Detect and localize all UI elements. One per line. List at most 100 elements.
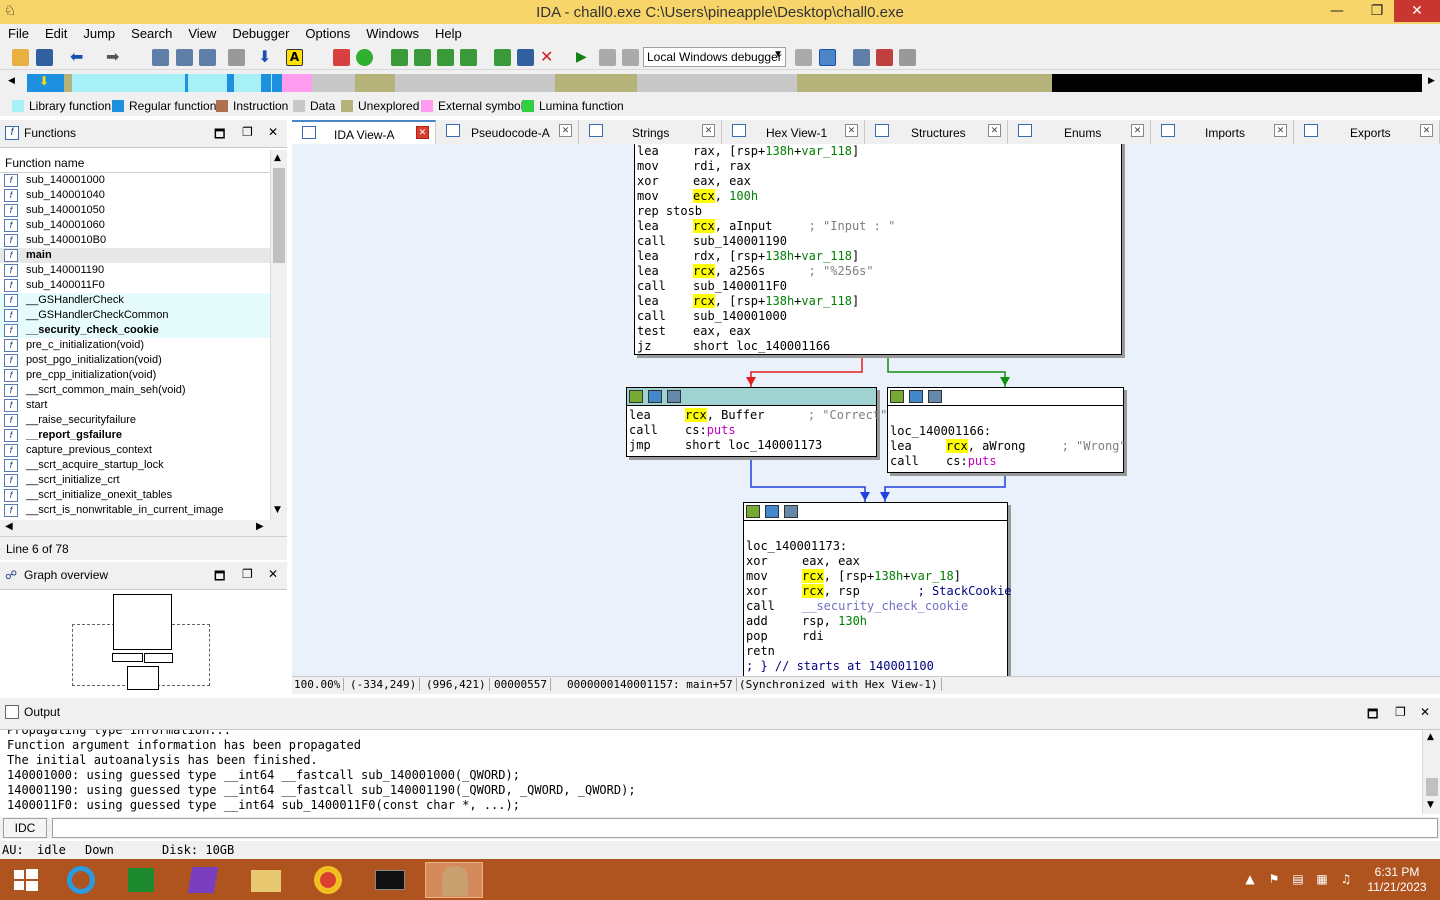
function-row[interactable]: f __scrt_initialize_onexit_tables: [0, 488, 270, 503]
float-icon[interactable]: ❐: [242, 567, 253, 581]
close-tab-icon[interactable]: ✕: [559, 124, 572, 137]
tab-imports[interactable]: Imports ✕: [1151, 120, 1294, 144]
graph-view[interactable]: lea rax, [rsp+138h+var_118] mov rdi, rax xor…: [292, 144, 1440, 676]
function-row[interactable]: f sub_140001000: [0, 173, 270, 188]
code-line[interactable]: mov rdi, rax: [635, 159, 1121, 174]
tab-ida-view-a[interactable]: IDA View-A ✕: [292, 120, 436, 144]
open-icon[interactable]: [12, 49, 29, 66]
code-line[interactable]: call __security_check_cookie: [744, 599, 1007, 614]
scroll-down-icon[interactable]: ▼: [1427, 800, 1434, 810]
function-row[interactable]: f __raise_securityfailure: [0, 413, 270, 428]
tab-strings[interactable]: Strings ✕: [579, 120, 722, 144]
system-clock[interactable]: 6:31 PM 11/21/2023: [1362, 865, 1432, 895]
close-tab-icon[interactable]: ✕: [1420, 124, 1433, 137]
rename-icon[interactable]: [648, 390, 662, 403]
wrong-code-block[interactable]: loc_140001166: lea rcx, aWrong ; "Wrong" c…: [887, 387, 1127, 473]
functions-scrollbar[interactable]: ▲ ▼: [270, 150, 287, 520]
function-row[interactable]: f __GSHandlerCheckCommon: [0, 308, 270, 323]
close-tab-icon[interactable]: ✕: [845, 124, 858, 137]
action-center-icon[interactable]: ⚑: [1266, 872, 1282, 888]
graph-overview[interactable]: [0, 590, 287, 695]
file-explorer-icon[interactable]: [243, 862, 289, 898]
code-line[interactable]: rep stosb: [635, 204, 1121, 219]
group-icon[interactable]: [667, 390, 681, 403]
menu-file[interactable]: File: [0, 24, 37, 41]
start-button[interactable]: [2, 862, 48, 898]
menu-search[interactable]: Search: [123, 24, 180, 41]
proximity-icon[interactable]: [356, 49, 373, 66]
visual-studio-icon[interactable]: [180, 862, 226, 898]
nav-right-arrow-icon[interactable]: ▶: [1428, 76, 1435, 86]
show-hidden-icons-icon[interactable]: ▲: [1242, 872, 1258, 888]
color-icon[interactable]: [746, 505, 760, 518]
code-line[interactable]: pop rdi: [744, 629, 1007, 644]
function-row[interactable]: f sub_140001050: [0, 203, 270, 218]
minimize-icon[interactable]: —: [1320, 0, 1354, 22]
close-tab-icon[interactable]: ✕: [416, 126, 429, 139]
search-next-icon[interactable]: [228, 49, 245, 66]
function-row[interactable]: f __security_check_cookie: [0, 323, 270, 338]
group-icon[interactable]: [784, 505, 798, 518]
text-mode-icon[interactable]: A: [286, 49, 303, 66]
save-icon[interactable]: [36, 49, 53, 66]
menu-windows[interactable]: Windows: [358, 24, 427, 41]
volume-icon[interactable]: ♫: [1338, 872, 1354, 888]
close-tab-icon[interactable]: ✕: [1131, 124, 1144, 137]
color-icon[interactable]: [629, 390, 643, 403]
usb-icon[interactable]: ▦: [1314, 872, 1330, 888]
ida-taskbar-icon[interactable]: [425, 862, 483, 898]
function-row[interactable]: f __GSHandlerCheck: [0, 293, 270, 308]
menu-view[interactable]: View: [180, 24, 224, 41]
close-tab-icon[interactable]: ✕: [1274, 124, 1287, 137]
function-row[interactable]: f pre_cpp_initialization(void): [0, 368, 270, 383]
code-line[interactable]: retn: [744, 644, 1007, 659]
code-line[interactable]: lea rcx, Buffer ; "Correct": [627, 408, 887, 423]
code-line[interactable]: lea rcx, aInput ; "Input : ": [635, 219, 1121, 234]
close-tab-icon[interactable]: ✕: [988, 124, 1001, 137]
code-line[interactable]: call sub_140001000: [635, 309, 1121, 324]
stop-icon[interactable]: [622, 49, 639, 66]
function-row[interactable]: f sub_1400011F0: [0, 278, 270, 293]
function-row[interactable]: f sub_140001190: [0, 263, 270, 278]
float-icon[interactable]: ❐: [242, 125, 253, 139]
function-row[interactable]: f __report_gsfailure: [0, 428, 270, 443]
tab-pseudocode-a[interactable]: Pseudocode-A ✕: [436, 120, 579, 144]
navigation-band[interactable]: ◀ ⬇ ▶: [0, 70, 1440, 96]
close-icon[interactable]: ✕: [268, 125, 278, 139]
nav-left-arrow-icon[interactable]: ◀: [8, 76, 15, 86]
command-prompt-icon[interactable]: [367, 862, 413, 898]
scroll-left-icon[interactable]: ◀: [5, 521, 13, 532]
code-line[interactable]: xor eax, eax: [744, 554, 1007, 569]
functions-column-header[interactable]: Function name: [0, 148, 287, 173]
scroll-thumb[interactable]: [273, 168, 285, 263]
cross-ref-icon[interactable]: [494, 49, 511, 66]
tab-exports[interactable]: Exports ✕: [1294, 120, 1440, 144]
maximize-icon[interactable]: 🗖: [1367, 705, 1378, 726]
menu-options[interactable]: Options: [297, 24, 358, 41]
output-log[interactable]: Propagating type information... Function…: [0, 730, 1422, 814]
exit-code-block[interactable]: loc_140001173: xor eax, eax mov rcx, [rsp+1…: [743, 502, 1012, 676]
navigation-strip[interactable]: ⬇: [27, 74, 1422, 92]
close-icon[interactable]: ✕: [268, 567, 278, 581]
function-row[interactable]: f start: [0, 398, 270, 413]
code-line[interactable]: test eax, eax: [635, 324, 1121, 339]
breakpoint-list-icon[interactable]: [853, 49, 870, 66]
function-row[interactable]: f capture_previous_context: [0, 443, 270, 458]
graph-mode-icon[interactable]: [333, 49, 350, 66]
function-row[interactable]: f __scrt_initialize_crt: [0, 473, 270, 488]
scroll-thumb[interactable]: [1426, 778, 1438, 796]
main-code-block[interactable]: lea rax, [rsp+138h+var_118] mov rdi, rax xor…: [634, 144, 1122, 355]
remove-breakpoint-icon[interactable]: [899, 49, 916, 66]
run-icon[interactable]: ▶: [576, 49, 593, 66]
code-line[interactable]: add rsp, 130h: [744, 614, 1007, 629]
functions-list[interactable]: f sub_140001000 f sub_140001040 f sub_1400010…: [0, 173, 270, 520]
maximize-icon[interactable]: 🗖: [214, 567, 225, 588]
function-row[interactable]: f sub_1400010B0: [0, 233, 270, 248]
code-line[interactable]: lea rcx, aWrong ; "Wrong": [888, 439, 1127, 454]
debugger-select[interactable]: Local Windows debugger ▼: [643, 47, 786, 67]
function-row[interactable]: f main: [0, 248, 270, 263]
command-input[interactable]: [52, 818, 1438, 838]
rename-icon[interactable]: [909, 390, 923, 403]
scroll-down-icon[interactable]: ▼: [274, 505, 281, 515]
search-text-icon[interactable]: [176, 49, 193, 66]
